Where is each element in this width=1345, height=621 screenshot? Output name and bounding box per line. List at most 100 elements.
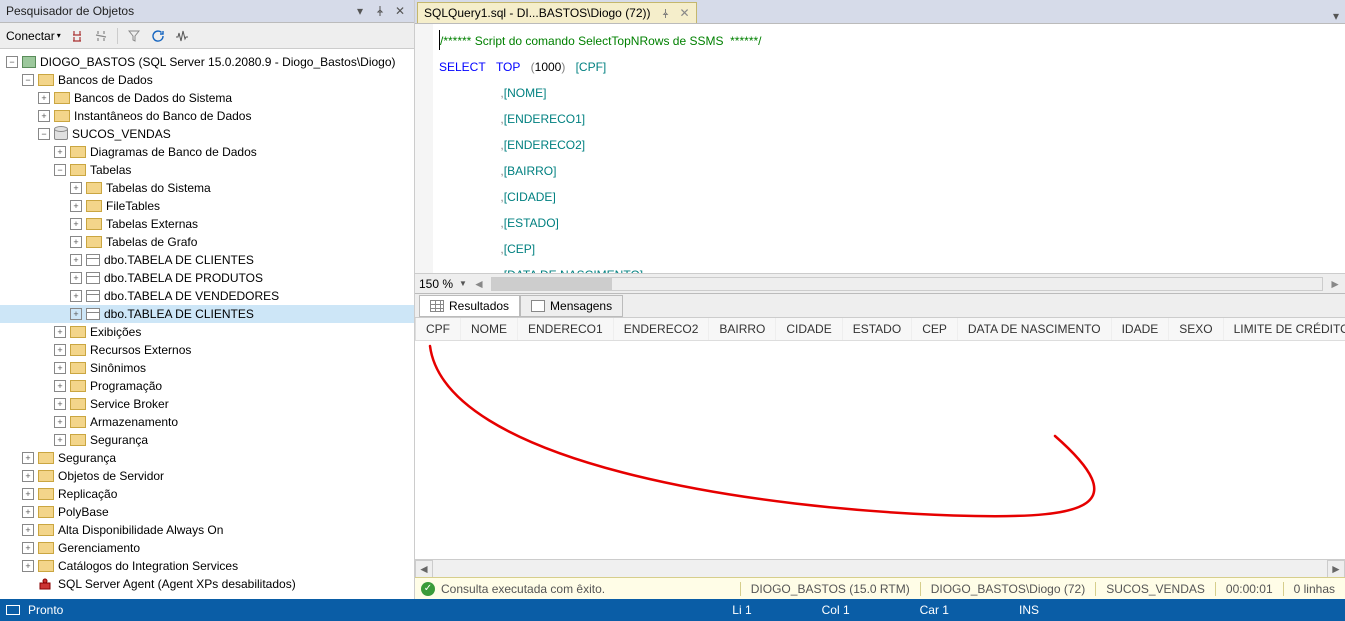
collapse-icon[interactable]: − xyxy=(22,74,34,86)
tree-node[interactable]: +Instantâneos do Banco de Dados xyxy=(0,107,414,125)
tree-node-sucos-vendas[interactable]: −SUCOS_VENDAS xyxy=(0,125,414,143)
folder-icon xyxy=(86,200,102,212)
grid-column-header[interactable]: DATA DE NASCIMENTO xyxy=(958,318,1112,340)
tree-node-server[interactable]: −DIOGO_BASTOS (SQL Server 15.0.2080.9 - … xyxy=(0,53,414,71)
tree-node-sql-agent[interactable]: SQL Server Agent (Agent XPs desabilitado… xyxy=(0,575,414,593)
expand-icon[interactable]: + xyxy=(70,290,82,302)
window-list-icon[interactable]: ▾ xyxy=(1327,9,1345,23)
zoom-dropdown-icon[interactable]: ▼ xyxy=(459,279,467,288)
tree-node-table-selected[interactable]: +dbo.TABLEA DE CLIENTES xyxy=(0,305,414,323)
tree-node[interactable]: +Catálogos do Integration Services xyxy=(0,557,414,575)
tree-node[interactable]: +Bancos de Dados do Sistema xyxy=(0,89,414,107)
expand-icon[interactable]: + xyxy=(22,470,34,482)
expand-icon[interactable]: + xyxy=(70,254,82,266)
dropdown-icon[interactable]: ▾ xyxy=(352,3,368,19)
close-icon[interactable]: ✕ xyxy=(680,6,690,20)
tab-resultados[interactable]: Resultados xyxy=(419,295,520,317)
scroll-left-icon[interactable]: ◄ xyxy=(415,560,433,577)
grid-column-header[interactable]: ENDERECO2 xyxy=(614,318,710,340)
tree-node[interactable]: +Replicação xyxy=(0,485,414,503)
expand-icon[interactable]: + xyxy=(54,326,66,338)
grid-column-header[interactable]: CIDADE xyxy=(776,318,842,340)
expand-icon[interactable]: + xyxy=(22,506,34,518)
expand-icon[interactable]: + xyxy=(70,236,82,248)
expand-icon[interactable]: + xyxy=(38,92,50,104)
tree-node[interactable]: +Tabelas do Sistema xyxy=(0,179,414,197)
grid-column-header[interactable]: SEXO xyxy=(1169,318,1223,340)
activity-icon[interactable] xyxy=(174,28,190,44)
connect-button[interactable]: Conectar▾ xyxy=(6,29,61,43)
tree-node[interactable]: +Exibições xyxy=(0,323,414,341)
editor-panel: SQLQuery1.sql - DI...BASTOS\Diogo (72)) … xyxy=(415,0,1345,599)
collapse-icon[interactable]: − xyxy=(6,56,18,68)
expand-icon[interactable]: + xyxy=(38,110,50,122)
expand-icon[interactable]: + xyxy=(22,488,34,500)
expand-icon[interactable]: + xyxy=(54,146,66,158)
expand-icon[interactable]: + xyxy=(54,362,66,374)
expand-icon[interactable]: + xyxy=(22,542,34,554)
tree-node[interactable]: +Segurança xyxy=(0,431,414,449)
expand-icon[interactable]: + xyxy=(54,380,66,392)
sql-editor[interactable]: /****** Script do comando SelectTopNRows… xyxy=(415,24,1345,273)
expand-icon[interactable]: + xyxy=(54,344,66,356)
expand-icon[interactable]: + xyxy=(70,272,82,284)
grid-column-header[interactable]: BAIRRO xyxy=(709,318,776,340)
connect-icon[interactable] xyxy=(69,28,85,44)
tree-node[interactable]: +Tabelas de Grafo xyxy=(0,233,414,251)
tree-node-table[interactable]: +dbo.TABELA DE VENDEDORES xyxy=(0,287,414,305)
grid-column-header[interactable]: CPF xyxy=(416,318,461,340)
tree-node[interactable]: +Segurança xyxy=(0,449,414,467)
results-horizontal-scrollbar[interactable]: ◄ ► xyxy=(415,559,1345,577)
tree-node[interactable]: +Alta Disponibilidade Always On xyxy=(0,521,414,539)
disconnect-icon[interactable] xyxy=(93,28,109,44)
tree-node-table[interactable]: +dbo.TABELA DE CLIENTES xyxy=(0,251,414,269)
pin-icon[interactable] xyxy=(372,3,388,19)
grid-column-header[interactable]: CEP xyxy=(912,318,958,340)
expand-icon[interactable]: + xyxy=(54,416,66,428)
tree-node[interactable]: +PolyBase xyxy=(0,503,414,521)
grid-column-header[interactable]: NOME xyxy=(461,318,518,340)
expand-icon[interactable]: + xyxy=(22,560,34,572)
expand-icon[interactable]: + xyxy=(70,182,82,194)
grid-column-header[interactable]: ESTADO xyxy=(843,318,912,340)
zoom-level[interactable]: 150 % xyxy=(419,277,453,291)
grid-column-header[interactable]: ENDERECO1 xyxy=(518,318,614,340)
tree-node-table[interactable]: +dbo.TABELA DE PRODUTOS xyxy=(0,269,414,287)
tree-node[interactable]: +Tabelas Externas xyxy=(0,215,414,233)
grid-column-header[interactable]: LIMITE DE CRÉDITO xyxy=(1224,318,1345,340)
tree-node[interactable]: +Recursos Externos xyxy=(0,341,414,359)
collapse-icon[interactable]: − xyxy=(54,164,66,176)
scroll-left-icon[interactable]: ◄ xyxy=(473,277,485,291)
tree-node[interactable]: +Diagramas de Banco de Dados xyxy=(0,143,414,161)
grid-column-header[interactable]: IDADE xyxy=(1112,318,1170,340)
tree-node-databases[interactable]: −Bancos de Dados xyxy=(0,71,414,89)
expand-icon[interactable]: + xyxy=(70,308,82,320)
expand-icon[interactable]: + xyxy=(22,452,34,464)
pin-icon[interactable] xyxy=(661,9,670,18)
editor-horizontal-scrollbar[interactable] xyxy=(491,277,1323,291)
tree-node[interactable]: +FileTables xyxy=(0,197,414,215)
tree-node[interactable]: +Service Broker xyxy=(0,395,414,413)
scroll-right-icon[interactable]: ► xyxy=(1327,560,1345,577)
filter-icon[interactable] xyxy=(126,28,142,44)
expand-icon[interactable]: + xyxy=(70,218,82,230)
tree-node[interactable]: +Sinônimos xyxy=(0,359,414,377)
tree-node[interactable]: +Gerenciamento xyxy=(0,539,414,557)
tab-mensagens[interactable]: Mensagens xyxy=(520,295,623,317)
expand-icon[interactable]: + xyxy=(54,434,66,446)
object-explorer-tree[interactable]: −DIOGO_BASTOS (SQL Server 15.0.2080.9 - … xyxy=(0,49,414,599)
expand-icon[interactable]: + xyxy=(70,200,82,212)
folder-icon xyxy=(70,416,86,428)
expand-icon[interactable]: + xyxy=(54,398,66,410)
refresh-icon[interactable] xyxy=(150,28,166,44)
results-grid-body[interactable] xyxy=(415,341,1345,559)
tree-node[interactable]: +Programação xyxy=(0,377,414,395)
scroll-right-icon[interactable]: ► xyxy=(1329,277,1341,291)
collapse-icon[interactable]: − xyxy=(38,128,50,140)
expand-icon[interactable]: + xyxy=(22,524,34,536)
tree-node[interactable]: +Armazenamento xyxy=(0,413,414,431)
document-tab[interactable]: SQLQuery1.sql - DI...BASTOS\Diogo (72)) … xyxy=(417,2,697,23)
tree-node[interactable]: +Objetos de Servidor xyxy=(0,467,414,485)
tree-node-tabelas[interactable]: −Tabelas xyxy=(0,161,414,179)
close-icon[interactable]: ✕ xyxy=(392,3,408,19)
